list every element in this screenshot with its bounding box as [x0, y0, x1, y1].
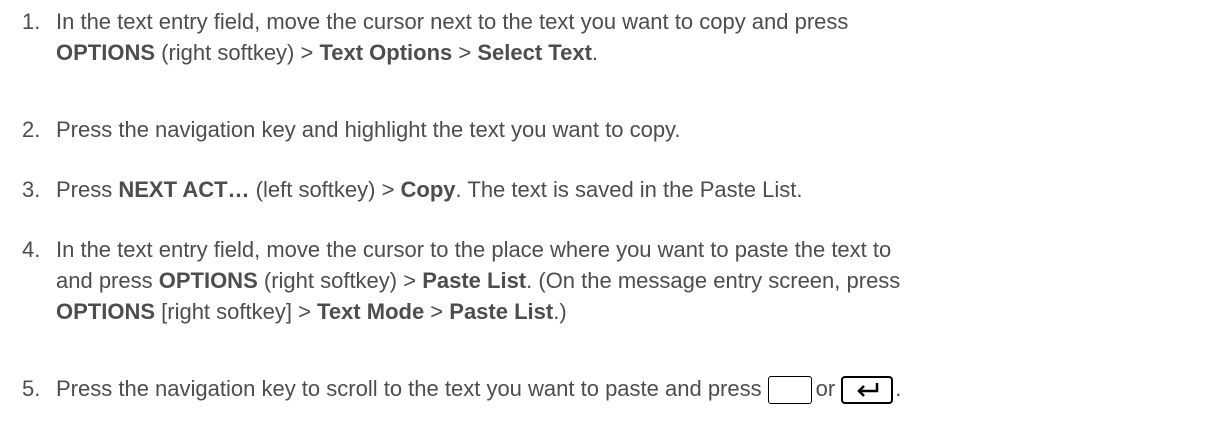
step-number: 4.	[22, 237, 41, 262]
step-number: 3.	[22, 177, 41, 202]
step-3: 3. Press NEXT ACT… (left softkey) > Copy…	[22, 174, 1200, 205]
blank-softkey-icon	[767, 376, 812, 404]
step-2: 2. Press the navigation key and highligh…	[22, 114, 1200, 145]
step-number: 2.	[22, 117, 41, 142]
paste-list-label: Paste List	[449, 299, 554, 324]
step-number: 1.	[22, 9, 41, 34]
step-text: Press the navigation key to scroll to th…	[56, 373, 1200, 404]
text-options-label: Text Options	[319, 40, 453, 65]
step-text: In the text entry field, move the cursor…	[56, 9, 849, 65]
step-5: 5. Press the navigation key to scroll to…	[22, 373, 1200, 404]
options-label: OPTIONS	[56, 40, 156, 65]
step-text: In the text entry field, move the cursor…	[56, 237, 901, 324]
options-label: OPTIONS	[56, 299, 156, 324]
paste-list-label: Paste List	[422, 268, 527, 293]
enter-key-icon	[841, 376, 894, 404]
step-number: 5.	[22, 376, 41, 401]
step-1: 1. In the text entry field, move the cur…	[22, 6, 1200, 68]
step-4: 4. In the text entry field, move the cur…	[22, 234, 1200, 327]
options-label: OPTIONS	[158, 268, 258, 293]
text-mode-label: Text Mode	[317, 299, 425, 324]
next-act-label: NEXT ACT…	[118, 177, 250, 202]
select-text-label: Select Text	[477, 40, 592, 65]
instruction-steps: 1. In the text entry field, move the cur…	[0, 0, 1210, 423]
step-text: Press NEXT ACT… (left softkey) > Copy. T…	[56, 177, 803, 202]
copy-label: Copy	[400, 177, 456, 202]
step-text: Press the navigation key and highlight t…	[56, 117, 681, 142]
